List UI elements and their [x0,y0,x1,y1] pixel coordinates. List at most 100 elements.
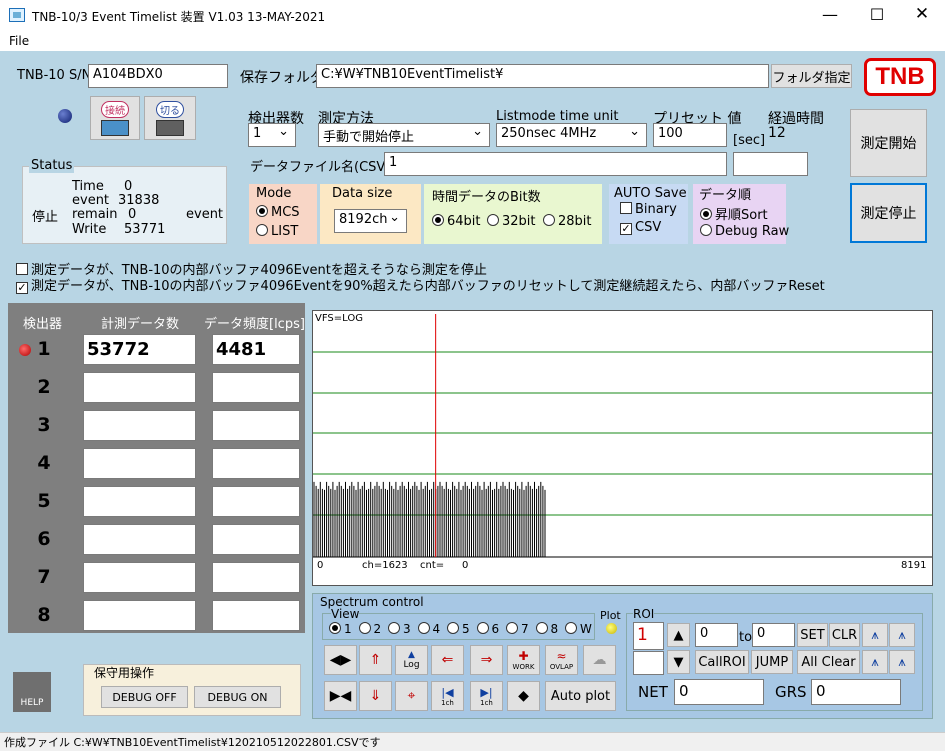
view-radio-6[interactable]: 6 [476,622,499,636]
close-button[interactable]: ✕ [907,4,937,26]
folder-select-button[interactable]: フォルダ指定 [771,64,852,88]
debug-on-button[interactable]: DEBUG ON [194,686,281,708]
folder-input[interactable]: C:¥W¥TNB10EventTimelist¥ [316,64,769,88]
write-label: Write [72,222,107,237]
datafile-input[interactable]: 1 [384,152,727,176]
maint-title: 保守用操作 [94,666,155,680]
roi-secondary-input[interactable] [633,651,664,675]
view-radio-1[interactable]: 1 [329,622,352,636]
work-button[interactable]: ✚ WORK [507,645,540,675]
shift-right-button[interactable]: ⇒ [470,645,503,675]
order-sort-dot [700,208,712,220]
view-radio-7[interactable]: 7 [506,622,529,636]
roi-left-bell-down-button[interactable]: ⩚ [862,650,888,674]
overlap-button[interactable]: ≈ OVLAP [545,645,578,675]
option-stop-box [16,263,28,275]
view-radio-w[interactable]: W [565,622,592,636]
shrink-horizontal-button[interactable]: ▶◀ [324,681,357,711]
detector-rate-field [212,410,300,441]
expand-horizontal-button[interactable]: ◀▶ [324,645,357,675]
spectrum-plot[interactable]: VFS=LOG 0 ch=1623 cnt= 0 8191 [312,310,933,586]
debug-off-button[interactable]: DEBUG OFF [101,686,188,708]
menu-file[interactable]: File [9,34,29,48]
roi-right-bell-up-button[interactable]: ⩚ [889,623,915,647]
bits-32-radio[interactable]: 32bit [487,214,536,229]
detector-count-field: 53772 [83,334,196,365]
net-label: NET [638,683,668,701]
mode-mcs-radio-dot [256,205,268,217]
mode-list-radio[interactable]: LIST [256,224,298,239]
extra-input[interactable] [733,152,808,176]
view-radio-label: 7 [521,622,529,636]
roi-right-bell-down-button[interactable]: ⩚ [889,650,915,674]
order-raw-label: Debug Raw [715,224,790,239]
ch-end-label: 8191 [901,560,927,571]
log-button[interactable]: ▲ Log [395,645,428,675]
mode-list-label: LIST [271,224,299,239]
detectors-select[interactable]: 1 [248,123,296,147]
plot-label: Plot [600,609,621,622]
roi-down-button[interactable]: ▼ [667,650,690,674]
preset-input[interactable]: 100 [653,123,727,147]
start-button[interactable]: 測定開始 [850,109,927,177]
roi-left-bell-up-button[interactable]: ⩚ [862,623,888,647]
callroi-button[interactable]: CallROI [695,650,749,674]
view-radio-dot [506,622,518,634]
unit-select[interactable]: 250nsec 4MHz [496,123,647,147]
order-raw-radio[interactable]: Debug Raw [700,224,789,239]
view-radio-label: 3 [403,622,411,636]
cloud-button[interactable]: ☁ [583,645,616,675]
step-left-label: 1ch [441,698,454,707]
view-radio-2[interactable]: 2 [358,622,381,636]
peak-search-button[interactable]: ⌖ [395,681,428,711]
view-radio-4[interactable]: 4 [417,622,440,636]
auto-plot-button[interactable]: Auto plot [545,681,616,711]
view-radio-3[interactable]: 3 [388,622,411,636]
connect-button[interactable]: 接続 [90,96,140,140]
maximize-button[interactable]: ☐ [862,5,892,27]
roi-set-button[interactable]: SET [797,623,828,647]
help-icon[interactable]: HELP [13,672,51,712]
roi-from-input[interactable]: 0 [695,623,738,647]
binary-label: Binary [635,202,677,217]
option-reset-checkbox[interactable]: ✓ 測定データが、TNB-10の内部バッファ4096Eventを90%超えたら内部… [16,275,825,294]
roi-number-input[interactable]: 1 [633,622,664,650]
detector-number: 7 [37,566,51,588]
view-radio-dot [417,622,430,634]
view-radio-5[interactable]: 5 [447,622,470,636]
roi-to-input[interactable]: 0 [752,623,795,647]
roi-clr-button[interactable]: CLR [829,623,860,647]
view-radio-8[interactable]: 8 [535,622,558,636]
menu-bar: File [0,31,945,51]
up-down-button[interactable]: ◆ [507,681,540,711]
detector-rate-field [212,486,300,517]
stop-button[interactable]: 測定停止 [850,183,927,243]
datasize-select[interactable]: 8192ch [334,209,407,233]
scale-up-button[interactable]: ⇑ [359,645,392,675]
bits-28-radio[interactable]: 28bit [543,214,592,229]
mode-mcs-label: MCS [271,205,300,220]
bits-64-dot [432,214,444,226]
jump-button[interactable]: JUMP [751,650,793,674]
datasize-title: Data size [332,186,393,201]
autosave-csv-checkbox[interactable]: ✓ CSV [620,220,661,235]
order-sort-radio[interactable]: 昇順Sort [700,204,768,223]
mode-mcs-radio[interactable]: MCS [256,205,300,220]
sn-input[interactable]: A104BDX0 [88,64,228,88]
shift-left-button[interactable]: ⇐ [431,645,464,675]
minimize-button[interactable]: — [815,5,845,27]
detector-count-field [83,372,196,403]
disconnect-button[interactable]: 切る [144,96,196,140]
autosave-binary-checkbox[interactable]: Binary [620,202,677,217]
status-bar-text: 作成ファイル C:¥W¥TNB10EventTimelist¥120210512… [4,736,381,749]
detector-rate-field [212,372,300,403]
method-select[interactable]: 手動で開始停止 [318,123,490,147]
sn-label: TNB-10 S/N [17,68,92,83]
step-left-button[interactable]: |◀ 1ch [431,681,464,711]
bits-64-radio[interactable]: 64bit [432,214,481,229]
remain-label: remain [72,207,118,222]
roi-up-button[interactable]: ▲ [667,623,690,647]
step-right-button[interactable]: ▶| 1ch [470,681,503,711]
scale-down-button[interactable]: ⇓ [359,681,392,711]
all-clear-button[interactable]: All Clear [797,650,860,674]
